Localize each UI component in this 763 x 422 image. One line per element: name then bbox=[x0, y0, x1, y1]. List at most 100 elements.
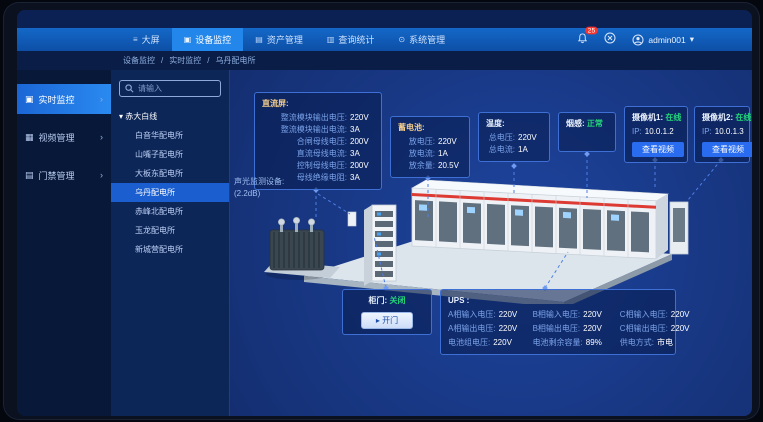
avatar-icon bbox=[632, 34, 644, 46]
breadcrumb-separator: / bbox=[207, 56, 209, 65]
breadcrumb-item: 乌丹配电所 bbox=[215, 55, 255, 66]
nav-tabs: ≡ 大屏 ▣设备监控 ▤资产管理 ▥查询统计 ⊙系统管理 bbox=[121, 28, 457, 51]
station-tree: ▾ 赤大白线 白音华配电所 山嘴子配电所 大板东配电所 乌丹配电所 赤峰北配电所… bbox=[111, 107, 229, 259]
battery-panel: 蓄电池: 放电压:220V 放电流:1A 放余量:20.5V bbox=[390, 116, 470, 178]
metric-label: 总电压: bbox=[486, 132, 515, 144]
chevron-right-icon: › bbox=[100, 170, 103, 180]
breadcrumb-item[interactable]: 设备监控 bbox=[123, 55, 155, 66]
tree-expand-icon: ▾ bbox=[119, 112, 123, 121]
panel-title: UPS : bbox=[448, 295, 668, 307]
tree-item-station[interactable]: 山嘴子配电所 bbox=[111, 145, 229, 164]
tab-dashboard[interactable]: ≡ 大屏 bbox=[121, 28, 172, 51]
metric-label: C相输出电压: bbox=[620, 323, 668, 335]
user-menu[interactable]: admin001 ▾ bbox=[632, 34, 694, 46]
chevron-right-icon: › bbox=[100, 94, 103, 104]
title-strip bbox=[17, 10, 752, 28]
view-video-button[interactable]: 查看视频 bbox=[702, 142, 752, 157]
metric-value: 200V bbox=[350, 136, 374, 148]
metric-value: 1A bbox=[438, 148, 462, 160]
panel-title: 摄像机1: 在线 bbox=[632, 112, 680, 124]
metric-label: 合闸母线电压: bbox=[262, 136, 347, 148]
status-badge: 在线 bbox=[665, 113, 681, 122]
fullscreen-button[interactable] bbox=[604, 31, 616, 49]
metric-label: 放电流: bbox=[398, 148, 435, 160]
metric-value: 220V bbox=[671, 323, 695, 335]
metric-label: 总电流: bbox=[486, 144, 515, 156]
metric-label: B相输入电压: bbox=[533, 309, 581, 321]
panel-title: 蓄电池: bbox=[398, 122, 462, 134]
metric-label: C相输入电压: bbox=[620, 309, 668, 321]
sound-monitor-value: (2.2dB) bbox=[234, 188, 284, 200]
breadcrumb-separator: / bbox=[161, 56, 163, 65]
metric-value: 220V bbox=[493, 337, 517, 349]
cabinet-door-panel: 柜门: 关闭 ▸ 开门 bbox=[342, 289, 432, 335]
metric-label: 整流模块输出电流: bbox=[262, 124, 347, 136]
asset-icon: ▤ bbox=[255, 35, 263, 44]
camera2-panel: 摄像机2: 在线 IP:10.0.1.3 查看视频 bbox=[694, 106, 750, 163]
smoke-sensor-panel: 烟感: 正常 bbox=[558, 112, 616, 152]
ip-label: IP: bbox=[702, 126, 712, 138]
tree-root-line[interactable]: ▾ 赤大白线 bbox=[111, 107, 229, 126]
metric-value: 1A bbox=[518, 144, 542, 156]
sidebar-item-realtime-monitor[interactable]: ▣ 实时监控 › bbox=[17, 84, 111, 114]
panel-title: 摄像机2: 在线 bbox=[702, 112, 742, 124]
tree-item-station[interactable]: 玉龙配电所 bbox=[111, 221, 229, 240]
metric-value: 220V bbox=[583, 323, 607, 335]
temperature-panel: 温度: 总电压:220V 总电流:1A bbox=[478, 112, 550, 162]
metric-label: 直流母线电流: bbox=[262, 148, 347, 160]
left-sidebar: ▣ 实时监控 › ▦ 视频管理 › ▤ 门禁管理 › bbox=[17, 70, 111, 416]
metric-value: 3A bbox=[350, 148, 374, 160]
metric-value: 220V bbox=[350, 112, 374, 124]
username: admin001 bbox=[648, 35, 685, 45]
tab-label: 大屏 bbox=[142, 33, 160, 46]
sidebar-item-label: 门禁管理 bbox=[39, 169, 75, 182]
chevron-down-icon: ▾ bbox=[690, 34, 694, 45]
device-frame: ≡ 大屏 ▣设备监控 ▤资产管理 ▥查询统计 ⊙系统管理 25 admin001 … bbox=[3, 2, 760, 420]
tab-device-monitor[interactable]: ▣设备监控 bbox=[172, 28, 244, 51]
notification-bell[interactable]: 25 bbox=[577, 31, 588, 49]
metric-label: 放余量: bbox=[398, 160, 435, 172]
metric-value: 220V bbox=[499, 309, 523, 321]
navbar-right: 25 admin001 ▾ bbox=[577, 28, 752, 51]
tree-item-station[interactable]: 白音华配电所 bbox=[111, 126, 229, 145]
status-badge: 关闭 bbox=[389, 296, 405, 305]
sidebar-item-access-control[interactable]: ▤ 门禁管理 › bbox=[17, 160, 111, 190]
metric-value: 220V bbox=[583, 309, 607, 321]
tree-item-station[interactable]: 赤峰北配电所 bbox=[111, 202, 229, 221]
sidebar-item-video-management[interactable]: ▦ 视频管理 › bbox=[17, 122, 111, 152]
metric-value: 89% bbox=[586, 337, 610, 349]
search-input[interactable] bbox=[138, 84, 215, 93]
camera1-panel: 摄像机1: 在线 IP:10.0.1.2 查看视频 bbox=[624, 106, 688, 163]
panel-title: 直流屏: bbox=[262, 98, 374, 110]
breadcrumb: 设备监控 / 实时监控 / 乌丹配电所 bbox=[17, 51, 752, 70]
door-icon: ▤ bbox=[25, 170, 34, 181]
tab-system-management[interactable]: ⊙系统管理 bbox=[386, 28, 457, 51]
top-navbar: ≡ 大屏 ▣设备监控 ▤资产管理 ▥查询统计 ⊙系统管理 25 admin001 … bbox=[17, 28, 752, 51]
tab-asset-management[interactable]: ▤资产管理 bbox=[243, 28, 315, 51]
metric-value: 220V bbox=[438, 136, 462, 148]
tab-query-statistics[interactable]: ▥查询统计 bbox=[315, 28, 387, 51]
metric-label: 电池剩余容量: bbox=[533, 337, 583, 349]
tree-search[interactable] bbox=[119, 80, 221, 97]
metric-value: 市电 bbox=[657, 337, 681, 349]
metric-label: 供电方式: bbox=[620, 337, 654, 349]
open-door-button[interactable]: ▸ 开门 bbox=[361, 312, 413, 329]
ip-label: IP: bbox=[632, 126, 642, 138]
status-badge: 正常 bbox=[587, 119, 603, 128]
ups-panel: UPS : A相输入电压:220V B相输入电压:220V C相输入电压:220… bbox=[440, 289, 676, 355]
tree-item-station[interactable]: 新城营配电所 bbox=[111, 240, 229, 259]
tree-item-station-selected[interactable]: 乌丹配电所 bbox=[111, 183, 229, 202]
sidebar-item-label: 视频管理 bbox=[39, 131, 75, 144]
metric-value: 220V bbox=[671, 309, 695, 321]
metric-value: 200V bbox=[350, 160, 374, 172]
metric-value: 3A bbox=[350, 124, 374, 136]
metric-label: B相输出电压: bbox=[533, 323, 581, 335]
status-badge: 在线 bbox=[735, 113, 751, 122]
tree-item-station[interactable]: 大板东配电所 bbox=[111, 164, 229, 183]
open-door-icon: ▸ bbox=[376, 316, 380, 325]
screen-icon: ≡ bbox=[133, 35, 138, 44]
metric-label: 电池组电压: bbox=[448, 337, 490, 349]
view-video-button[interactable]: 查看视频 bbox=[632, 142, 684, 157]
sound-monitor-name: 声光监测设备: bbox=[234, 176, 284, 188]
breadcrumb-item[interactable]: 实时监控 bbox=[169, 55, 201, 66]
